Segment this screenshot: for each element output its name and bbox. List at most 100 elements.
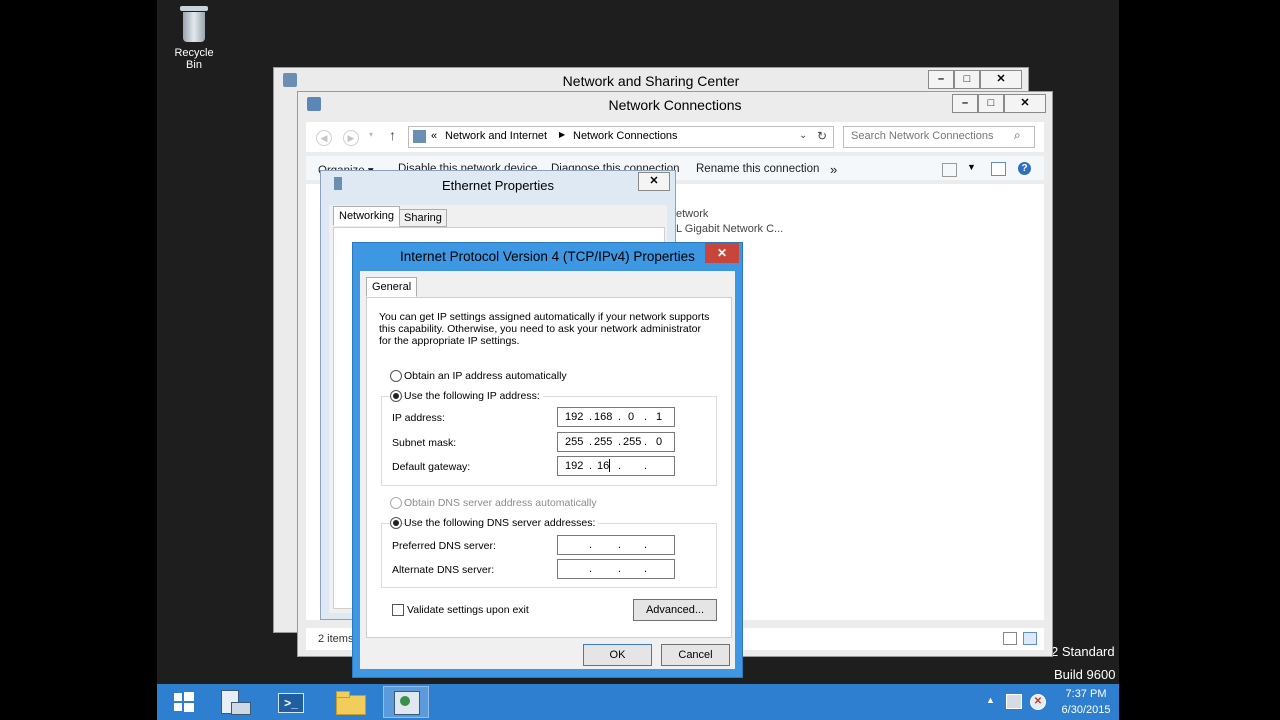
general-tab-panel: You can get IP settings assigned automat…	[366, 297, 732, 638]
description-line: this capability. Otherwise, you need to …	[379, 323, 701, 335]
view-dropdown-icon[interactable]: ▼	[967, 162, 976, 172]
details-view-icon[interactable]	[1003, 632, 1017, 645]
nsc-title: Network and Sharing Center	[562, 73, 740, 89]
ethernet-title: Ethernet Properties	[441, 178, 554, 193]
octet: 1	[656, 411, 663, 423]
validate-label[interactable]: Validate settings upon exit	[407, 604, 529, 616]
alternate-dns-label: Alternate DNS server:	[392, 564, 495, 576]
connection-name[interactable]: etwork	[676, 208, 708, 220]
close-button[interactable]: ✕	[980, 70, 1022, 89]
alternate-dns-field[interactable]: ...	[557, 559, 675, 579]
preview-pane-icon[interactable]	[991, 162, 1006, 176]
radio-auto-dns-label[interactable]: Obtain DNS server address automatically	[404, 497, 597, 509]
os-watermark-line1: 2 Standard	[1051, 644, 1115, 659]
nc-titlebar: Network Connections – □ ✕	[298, 92, 1052, 118]
close-button[interactable]: ✕	[705, 243, 739, 263]
ip-address-label: IP address:	[392, 412, 445, 424]
ok-button[interactable]: OK	[583, 644, 652, 666]
tab-sharing[interactable]: Sharing	[399, 209, 447, 227]
default-gateway-label: Default gateway:	[392, 461, 471, 473]
octet: 168	[594, 411, 613, 423]
maximize-button[interactable]: □	[978, 94, 1004, 113]
ipv4-dialog-body: General You can get IP settings assigned…	[360, 271, 735, 669]
tab-networking[interactable]: Networking	[333, 206, 401, 226]
os-watermark-line2: Build 9600	[1054, 667, 1116, 682]
minimize-button[interactable]: –	[928, 70, 954, 89]
nc-title: Network Connections	[608, 97, 742, 113]
ethernet-titlebar: Ethernet Properties ✕	[321, 171, 675, 197]
close-button[interactable]: ✕	[638, 172, 670, 191]
file-explorer-icon[interactable]	[328, 686, 374, 718]
recycle-bin-icon	[179, 4, 209, 42]
start-button[interactable]	[161, 686, 207, 718]
search-icon[interactable]: ⌕	[1014, 128, 1021, 143]
close-button[interactable]: ✕	[1004, 94, 1046, 113]
validate-checkbox[interactable]	[392, 604, 404, 616]
breadcrumb-network-connections[interactable]: Network Connections	[573, 130, 678, 142]
breadcrumb-network-internet[interactable]: Network and Internet	[445, 130, 547, 142]
recycle-bin-label: Recycle Bin	[174, 47, 214, 71]
ip-address-field[interactable]: 192. 168. 0. 1	[557, 407, 675, 427]
radio-auto-dns[interactable]	[390, 497, 402, 509]
large-icons-view-icon[interactable]	[1023, 632, 1037, 645]
octet: 255	[565, 436, 584, 448]
octet: 0	[628, 411, 635, 423]
ipv4-titlebar: Internet Protocol Version 4 (TCP/IPv4) P…	[353, 243, 742, 271]
octet: 16	[597, 460, 610, 472]
description-line: for the appropriate IP settings.	[379, 335, 520, 347]
network-connections-taskbar-icon[interactable]	[383, 686, 429, 718]
chevron-right-icon[interactable]: ▶	[559, 130, 565, 139]
search-box[interactable]: Search Network Connections ⌕	[843, 126, 1035, 148]
more-commands-button[interactable]: »	[830, 162, 837, 177]
taskbar: >_ ▲ ✕ 7:37 PM 6/30/2015	[157, 684, 1119, 720]
control-panel-icon	[413, 130, 426, 143]
subnet-mask-label: Subnet mask:	[392, 437, 457, 449]
server-manager-icon[interactable]	[211, 686, 257, 718]
subnet-mask-field[interactable]: 255. 255. 255. 0	[557, 432, 675, 452]
forward-icon[interactable]: ▶	[343, 130, 359, 146]
breadcrumb-overflow[interactable]: «	[431, 130, 437, 142]
radio-auto-ip-label[interactable]: Obtain an IP address automatically	[404, 370, 567, 382]
octet: 255	[623, 436, 642, 448]
clock-date[interactable]: 6/30/2015	[1058, 704, 1114, 716]
octet: 255	[594, 436, 613, 448]
radio-manual-dns-label[interactable]: Use the following DNS server addresses:	[404, 517, 599, 529]
network-status-icon[interactable]: ✕	[1030, 694, 1046, 710]
back-icon[interactable]: ◀	[316, 130, 332, 146]
cancel-button[interactable]: Cancel	[661, 644, 730, 666]
ipv4-properties-dialog: Internet Protocol Version 4 (TCP/IPv4) P…	[352, 242, 743, 678]
rename-button[interactable]: Rename this connection	[696, 163, 819, 175]
octet: 0	[656, 436, 663, 448]
nc-navigation-bar: ◀ ▶ ▾ ↑ « Network and Internet ▶ Network…	[306, 122, 1044, 152]
clock-time[interactable]: 7:37 PM	[1058, 688, 1114, 700]
default-gateway-field[interactable]: 192. 16 . .	[557, 456, 675, 476]
item-count: 2 items	[318, 633, 354, 645]
octet: 192	[565, 460, 584, 472]
tray-overflow-icon[interactable]: ▲	[986, 695, 995, 705]
minimize-button[interactable]: –	[952, 94, 978, 113]
action-center-icon[interactable]	[1006, 694, 1022, 709]
radio-manual-ip-label[interactable]: Use the following IP address:	[404, 390, 543, 402]
description-line: You can get IP settings assigned automat…	[379, 311, 710, 323]
recycle-bin-shortcut[interactable]: Recycle Bin	[165, 4, 223, 71]
maximize-button[interactable]: □	[954, 70, 980, 89]
radio-auto-ip[interactable]	[390, 370, 402, 382]
connection-device[interactable]: L Gigabit Network C...	[676, 223, 783, 235]
address-bar[interactable]: « Network and Internet ▶ Network Connect…	[408, 126, 834, 148]
radio-manual-ip[interactable]	[390, 390, 402, 402]
preferred-dns-field[interactable]: ...	[557, 535, 675, 555]
help-icon[interactable]: ?	[1018, 162, 1031, 175]
tab-general[interactable]: General	[366, 277, 418, 297]
chevron-down-icon[interactable]: ⌄	[799, 130, 807, 141]
ip-settings-description: You can get IP settings assigned automat…	[379, 311, 719, 347]
ipv4-title: Internet Protocol Version 4 (TCP/IPv4) P…	[400, 249, 695, 264]
powershell-icon[interactable]: >_	[269, 686, 315, 718]
refresh-icon[interactable]: ↻	[817, 129, 827, 143]
advanced-button[interactable]: Advanced...	[633, 599, 717, 621]
recent-locations-icon[interactable]: ▾	[369, 130, 373, 139]
octet: 192	[565, 411, 584, 423]
view-options-icon[interactable]	[942, 163, 957, 177]
radio-manual-dns[interactable]	[390, 517, 402, 529]
up-arrow-icon[interactable]: ↑	[389, 127, 396, 143]
search-placeholder: Search Network Connections	[851, 130, 994, 142]
